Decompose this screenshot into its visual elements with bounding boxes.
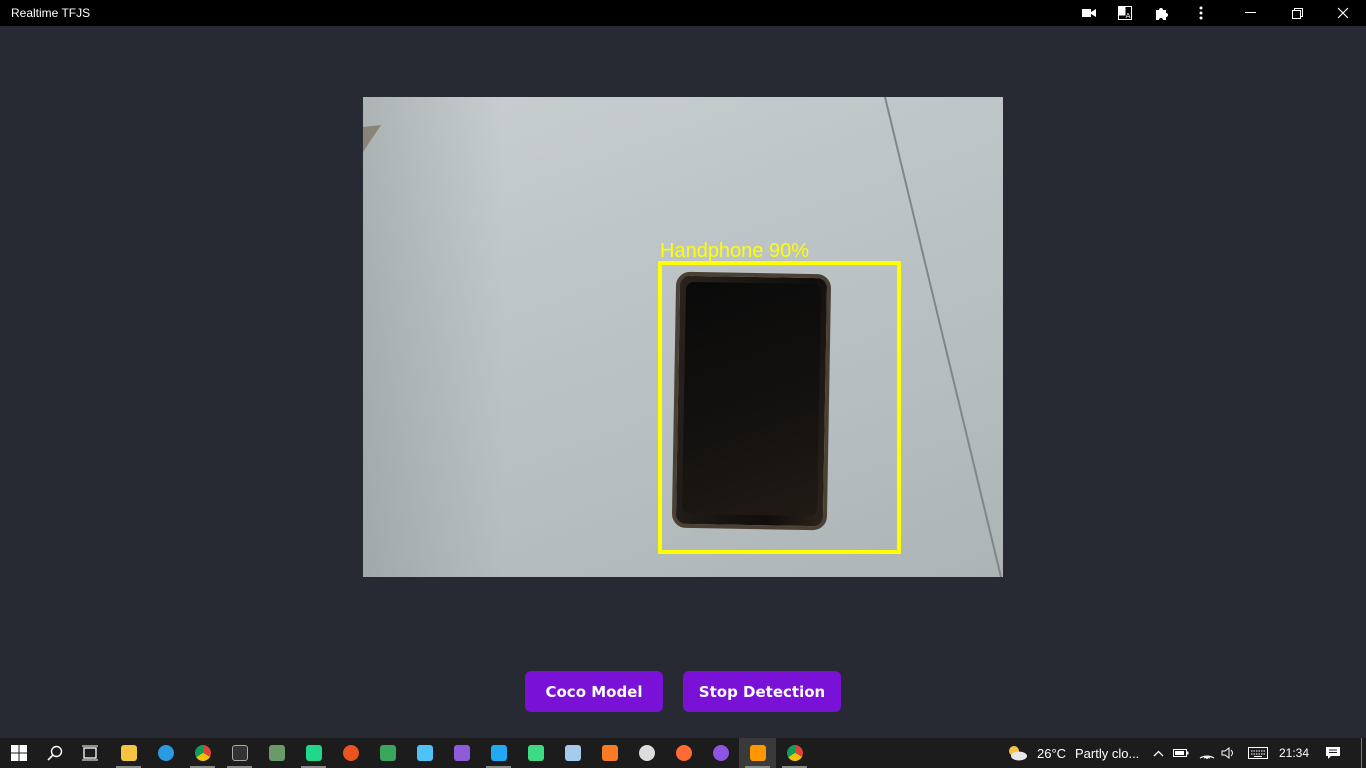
restore-icon[interactable] [1279, 0, 1315, 26]
translate-icon[interactable]: A [1107, 0, 1143, 26]
search-icon[interactable] [36, 738, 73, 768]
detection-bounding-box [658, 261, 901, 554]
wifi-icon[interactable] [1198, 738, 1216, 768]
app-icon[interactable] [369, 738, 406, 768]
github-icon[interactable] [702, 738, 739, 768]
cube-app-icon[interactable] [406, 738, 443, 768]
file-explorer-icon[interactable] [110, 738, 147, 768]
xampp-icon[interactable] [591, 738, 628, 768]
camera-icon[interactable] [1071, 0, 1107, 26]
close-icon[interactable] [1325, 0, 1361, 26]
start-icon[interactable] [0, 738, 37, 768]
terminal-icon[interactable] [221, 738, 258, 768]
clock[interactable]: 21:34 [1279, 746, 1309, 760]
detection-label: Handphone 90% [660, 240, 810, 262]
chevron-up-icon[interactable] [1150, 738, 1166, 768]
volume-icon[interactable] [1220, 738, 1238, 768]
more-menu-icon[interactable] [1183, 0, 1219, 26]
ubuntu-icon[interactable] [332, 738, 369, 768]
stop-detection-button[interactable]: Stop Detection [683, 671, 841, 712]
keyboard-icon[interactable] [1246, 738, 1270, 768]
pycharm-icon[interactable] [295, 738, 332, 768]
vscode-icon[interactable] [480, 738, 517, 768]
title-bar: Realtime TFJS A [0, 0, 1366, 26]
svg-text:A: A [1126, 12, 1131, 20]
show-desktop-divider[interactable] [1361, 738, 1362, 768]
visual-studio-icon[interactable] [443, 738, 480, 768]
extensions-icon[interactable] [1143, 0, 1179, 26]
chrome-icon[interactable] [184, 738, 221, 768]
minimize-icon[interactable] [1232, 0, 1268, 26]
sublime-icon[interactable] [739, 738, 776, 768]
weather-icon[interactable] [1004, 738, 1030, 768]
compass-icon[interactable] [665, 738, 702, 768]
window-title: Realtime TFJS [11, 6, 91, 20]
paint-icon[interactable] [628, 738, 665, 768]
webcam-canvas: Handphone 90% [363, 97, 1003, 577]
battery-icon[interactable] [1172, 738, 1190, 768]
notifications-icon[interactable] [1322, 738, 1344, 768]
edge-icon[interactable] [147, 738, 184, 768]
task-view-icon[interactable] [71, 738, 108, 768]
taskbar: 26°C Partly clo... 21:34 [0, 738, 1366, 768]
remote-icon[interactable] [258, 738, 295, 768]
weather-temp[interactable]: 26°C [1037, 746, 1066, 761]
weather-desc[interactable]: Partly clo... [1075, 746, 1139, 761]
chrome-icon[interactable] [776, 738, 813, 768]
virtualbox-icon[interactable] [554, 738, 591, 768]
android-studio-icon[interactable] [517, 738, 554, 768]
coco-model-button[interactable]: Coco Model [525, 671, 663, 712]
